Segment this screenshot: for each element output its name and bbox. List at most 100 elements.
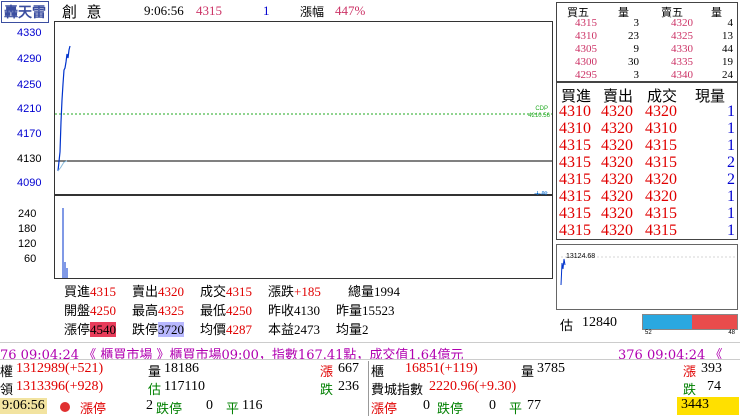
quote-value: 4250 — [226, 303, 253, 318]
quote-value: 4315 — [226, 284, 253, 299]
mini-line — [560, 258, 566, 286]
quote-label: 漲跌 — [268, 284, 295, 299]
order-book-cell: 9 — [633, 43, 640, 55]
otc-down-count: 74 — [707, 379, 721, 394]
order-book[interactable]: 買五 量 賣五 量 4315 3 4320 4 4310 23 4325 13 4305 9 433… — [556, 2, 738, 82]
quote-panel: 買進4315 賣出4320 成交4315 漲跌+185 總量1994 開盤425… — [64, 281, 544, 339]
leading-index-label: 領 — [0, 383, 14, 398]
quote-label: 昨收 — [268, 303, 295, 318]
mini-chart[interactable]: 13124.68 — [556, 244, 738, 310]
header-price: 4315 — [196, 3, 222, 18]
tick-cell: 4315 — [559, 222, 591, 239]
order-book-cell: 4310 — [575, 30, 597, 42]
otc-index-value: 16851(+119) — [405, 361, 478, 376]
quote-value: +185 — [294, 284, 321, 299]
order-book-cell: 4340 — [671, 69, 693, 81]
otc-qty-value: 3785 — [537, 361, 565, 376]
quote-label: 賣出 — [132, 284, 159, 299]
qty-label: 量 — [148, 365, 162, 380]
quote-label: 均量 — [336, 322, 363, 337]
quote-label: 本益 — [268, 322, 295, 337]
price-chart[interactable]: CDP 4210.56 大盤 — [54, 21, 553, 199]
y-label: 4090 — [17, 177, 42, 189]
volume-chart-svg — [62, 208, 68, 278]
otc-limit-up-label: 漲停 — [371, 402, 398, 417]
tick-cell: 4320 — [601, 222, 633, 239]
y-label: 4330 — [17, 27, 42, 39]
tick-list[interactable]: 買進 賣出 成交 現量 4310 4320 4320 1 4310 4320 4310 1 43… — [556, 82, 738, 240]
quote-value: 4250 — [90, 303, 117, 318]
est-label: 估 — [560, 319, 574, 334]
order-book-cell: 4300 — [575, 56, 597, 68]
pct-label: 漲幅 — [300, 5, 325, 19]
quote-label: 最低 — [200, 303, 227, 318]
divider — [368, 361, 369, 416]
limit-up-label: 漲停 — [80, 402, 107, 417]
mini-value: 13124.68 — [566, 253, 596, 260]
tick-cell: 4320 — [645, 103, 677, 120]
news-ticker[interactable]: 76 09:04:24 《 櫃買市場 》櫃買市場09:00，指數167.41點，… — [0, 342, 740, 360]
cdp-label: CDP — [535, 106, 548, 112]
vol-label: 240 — [18, 208, 37, 220]
stock-symbol[interactable]: 轟天雷 — [1, 1, 49, 23]
limit-down-count: 0 — [206, 398, 213, 413]
sox-label: 費城指數 — [371, 383, 424, 398]
otc-flat-count: 77 — [527, 398, 541, 413]
tick-cell: 4320 — [601, 103, 633, 120]
tick-cell: 1 — [727, 205, 735, 222]
order-book-cell: 13 — [722, 30, 733, 42]
tick-cell: 1 — [727, 222, 735, 239]
order-book-cell: 23 — [628, 30, 639, 42]
quote-value: 1994 — [374, 284, 401, 299]
quote-label: 昨量 — [336, 303, 363, 318]
tick-cell: 1 — [727, 137, 735, 154]
cdp-value: 4210.56 — [528, 113, 550, 119]
sox-value: 2220.96(+9.30) — [429, 379, 517, 394]
tick-cell: 4320 — [645, 171, 677, 188]
volume-chart[interactable] — [54, 195, 553, 279]
tick-cell: 1 — [727, 120, 735, 137]
clock-time: 9:06:56 — [0, 398, 47, 414]
quote-value: 4287 — [226, 322, 253, 337]
header-bar: 轟天雷 創 意 9:06:56 4315 1 漲幅 447% — [0, 0, 550, 23]
market-index-label: 權 — [0, 365, 14, 380]
tick-cell: 4315 — [645, 137, 677, 154]
order-book-cell: 30 — [628, 56, 639, 68]
order-book-cell: 4320 — [671, 17, 693, 29]
market-right: 櫃 16851(+119) 量 3785 漲 393 費城指數 2220.96(… — [371, 361, 740, 417]
tick-cell: 4310 — [645, 120, 677, 137]
order-book-cell: 24 — [722, 69, 733, 81]
market-index-value: 1312989(+521) — [16, 361, 104, 376]
tick-cell: 4320 — [601, 171, 633, 188]
quote-value: 4320 — [158, 284, 185, 299]
ratio-bar: 52 48 — [642, 314, 738, 336]
tick-cell: 4320 — [601, 137, 633, 154]
otc-qty-label: 量 — [521, 365, 535, 380]
quote-value: 2473 — [294, 322, 321, 337]
ratio-left-label: 52 — [645, 330, 652, 336]
tick-cell: 1 — [727, 103, 735, 120]
order-book-cell: 4315 — [575, 17, 597, 29]
tick-cell: 4320 — [601, 205, 633, 222]
order-book-cell: 4305 — [575, 43, 597, 55]
otc-index-label: 櫃 — [371, 365, 385, 380]
header-time: 9:06:56 — [144, 3, 184, 18]
tick-cell: 4320 — [601, 120, 633, 137]
otc-down-label: 跌 — [683, 383, 697, 398]
y-label: 4170 — [17, 128, 42, 140]
quote-label: 成交 — [200, 284, 227, 299]
limit-up-value: 4540 — [90, 322, 117, 337]
order-book-cell: 19 — [722, 56, 733, 68]
otc-limit-down-label: 跌停 — [437, 402, 464, 417]
header-change: 1 — [263, 3, 270, 18]
otc-up-count: 393 — [701, 361, 722, 376]
tick-cell: 4315 — [645, 222, 677, 239]
tick-cell: 4315 — [559, 205, 591, 222]
quote-label: 均價 — [200, 322, 227, 337]
quote-label: 總量 — [348, 284, 375, 299]
tick-cell: 4315 — [645, 154, 677, 171]
est-small-label: 估 — [148, 383, 162, 398]
leading-index-value: 1313396(+928) — [16, 379, 104, 394]
est-small-value: 117110 — [164, 379, 205, 394]
otc-flat-label: 平 — [509, 402, 523, 417]
